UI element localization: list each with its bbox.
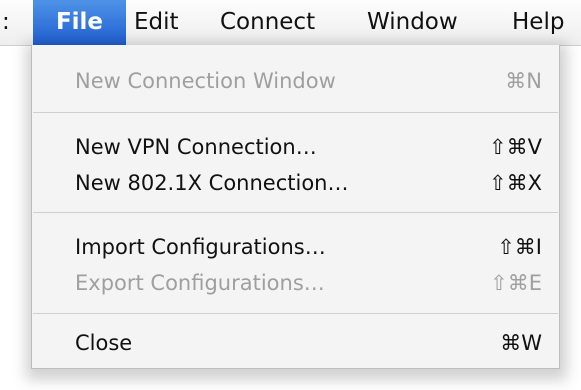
menubar-file[interactable]: File [33,0,126,45]
menubar-connect[interactable]: Connect [220,0,315,45]
menu-separator [33,313,558,314]
menubar-edit[interactable]: Edit [134,0,179,45]
menubar-overflow-fragment: : [2,9,10,35]
menu-separator [33,212,558,213]
menu-item-label: Export Configurations… [75,271,325,295]
menu-item-label: New VPN Connection… [75,135,317,159]
menu-item-shortcut: ⇧⌘V [489,135,542,159]
menu-bar: : File Edit Connect Window Help [0,0,581,46]
menubar-help[interactable]: Help [512,0,564,45]
menu-item-export-configurations: Export Configurations… ⇧⌘E [32,265,559,301]
menu-item-new-connection-window: New Connection Window ⌘N [32,63,559,99]
menu-item-label: Close [75,331,133,355]
menu-item-new-vpn-connection[interactable]: New VPN Connection… ⇧⌘V [32,129,559,165]
menu-item-shortcut: ⇧⌘X [489,171,542,195]
menu-item-close[interactable]: Close ⌘W [32,325,559,361]
menu-item-label: New Connection Window [75,69,336,93]
menu-item-shortcut: ⇧⌘E [490,271,542,295]
file-menu: New Connection Window ⌘N New VPN Connect… [31,45,560,369]
menu-item-shortcut: ⌘N [505,69,542,93]
menu-separator [33,112,558,113]
menu-item-shortcut: ⌘W [500,331,542,355]
menu-item-shortcut: ⇧⌘I [497,235,542,259]
menubar-window[interactable]: Window [367,0,458,45]
menu-item-label: Import Configurations… [75,235,326,259]
menu-item-import-configurations[interactable]: Import Configurations… ⇧⌘I [32,229,559,265]
menu-item-label: New 802.1X Connection… [75,171,349,195]
menu-item-new-8021x-connection[interactable]: New 802.1X Connection… ⇧⌘X [32,165,559,201]
